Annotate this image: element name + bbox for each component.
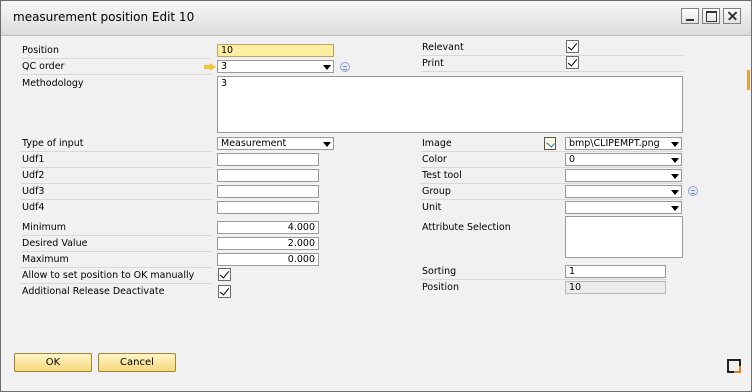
divider (421, 183, 683, 184)
divider (21, 167, 211, 168)
maximize-button[interactable] (702, 8, 720, 24)
dialog-window: measurement position Edit 10 Position 10… (0, 0, 752, 392)
divider (421, 279, 666, 280)
type-of-input-value: Measurement (221, 138, 287, 149)
divider (21, 58, 211, 59)
desired-value-field[interactable]: 2.000 (217, 237, 319, 250)
udf4-label: Udf4 (22, 202, 45, 213)
divider (21, 74, 211, 75)
group-label: Group (422, 186, 451, 197)
color-dropdown[interactable]: 0 (565, 153, 682, 166)
print-checkbox[interactable] (566, 56, 579, 69)
attribute-selection-field[interactable] (565, 216, 683, 258)
type-of-input-dropdown[interactable]: Measurement (217, 137, 334, 150)
window-title: measurement position Edit 10 (13, 10, 195, 24)
color-value: 0 (569, 154, 576, 165)
qc-order-label: QC order (22, 61, 65, 72)
minimum-field[interactable]: 4.000 (217, 221, 319, 234)
group-dropdown[interactable] (565, 185, 682, 198)
divider (21, 267, 211, 268)
resize-icon[interactable] (727, 359, 741, 373)
divider (21, 151, 211, 152)
chevron-down-icon (671, 206, 679, 211)
relevant-label: Relevant (422, 42, 464, 53)
maximum-field[interactable]: 0.000 (217, 253, 319, 266)
info-icon[interactable] (688, 186, 698, 196)
additional-release-checkbox[interactable] (218, 285, 231, 298)
test-tool-dropdown[interactable] (565, 169, 682, 182)
udf2-field[interactable] (217, 169, 319, 182)
divider (21, 199, 211, 200)
divider (421, 167, 683, 168)
sorting-label: Sorting (422, 266, 457, 277)
position-readonly-field: 10 (565, 281, 666, 294)
type-of-input-label: Type of input (22, 138, 84, 149)
divider (21, 251, 211, 252)
relevant-checkbox[interactable] (566, 40, 579, 53)
chevron-down-icon (671, 158, 679, 163)
position-right-label: Position (422, 282, 459, 293)
qc-order-value: 3 (221, 61, 228, 72)
allow-ok-manually-checkbox[interactable] (218, 268, 231, 281)
minimum-label: Minimum (22, 222, 67, 233)
info-icon[interactable] (340, 62, 350, 72)
maximum-label: Maximum (22, 254, 69, 265)
color-label: Color (422, 154, 447, 165)
divider (421, 55, 683, 56)
attribute-selection-label: Attribute Selection (422, 222, 511, 233)
desired-value-label: Desired Value (22, 238, 88, 249)
close-button[interactable] (723, 8, 741, 24)
ok-button[interactable]: OK (14, 353, 92, 372)
image-dropdown[interactable]: bmp\CLIPEMPT.png (565, 137, 682, 150)
chevron-down-icon (671, 174, 679, 179)
udf1-field[interactable] (217, 153, 319, 166)
cancel-button[interactable]: Cancel (98, 353, 176, 372)
divider (421, 71, 683, 72)
divider (421, 151, 683, 152)
unit-dropdown[interactable] (565, 201, 682, 214)
methodology-textarea[interactable]: 3 (217, 76, 683, 133)
golden-arrow-icon[interactable] (204, 63, 216, 71)
additional-release-label: Additional Release Deactivate (22, 286, 165, 297)
allow-ok-manually-label: Allow to set position to OK manually (22, 270, 195, 281)
image-edit-icon[interactable] (544, 137, 556, 150)
methodology-label: Methodology (22, 78, 84, 89)
divider (21, 183, 211, 184)
unit-label: Unit (422, 202, 442, 213)
udf1-label: Udf1 (22, 154, 45, 165)
print-label: Print (422, 58, 444, 69)
position-label: Position (22, 45, 59, 56)
sorting-field[interactable]: 1 (565, 265, 666, 278)
qc-order-dropdown[interactable]: 3 (217, 60, 334, 73)
chevron-down-icon (671, 142, 679, 147)
window-edge-marker (747, 70, 750, 90)
udf3-label: Udf3 (22, 186, 45, 197)
chevron-down-icon (323, 65, 331, 70)
position-field[interactable]: 10 (217, 44, 334, 57)
ok-button-label: OK (45, 357, 61, 368)
image-label: Image (422, 138, 452, 149)
divider (21, 235, 211, 236)
image-value: bmp\CLIPEMPT.png (569, 138, 660, 149)
udf2-label: Udf2 (22, 170, 45, 181)
chevron-down-icon (671, 190, 679, 195)
minimize-button[interactable] (681, 8, 699, 24)
cancel-button-label: Cancel (120, 357, 154, 368)
test-tool-label: Test tool (422, 170, 462, 181)
udf4-field[interactable] (217, 201, 319, 214)
title-bar[interactable]: measurement position Edit 10 (1, 1, 751, 36)
divider (421, 199, 683, 200)
chevron-down-icon (323, 142, 331, 147)
udf3-field[interactable] (217, 185, 319, 198)
divider (21, 283, 211, 284)
